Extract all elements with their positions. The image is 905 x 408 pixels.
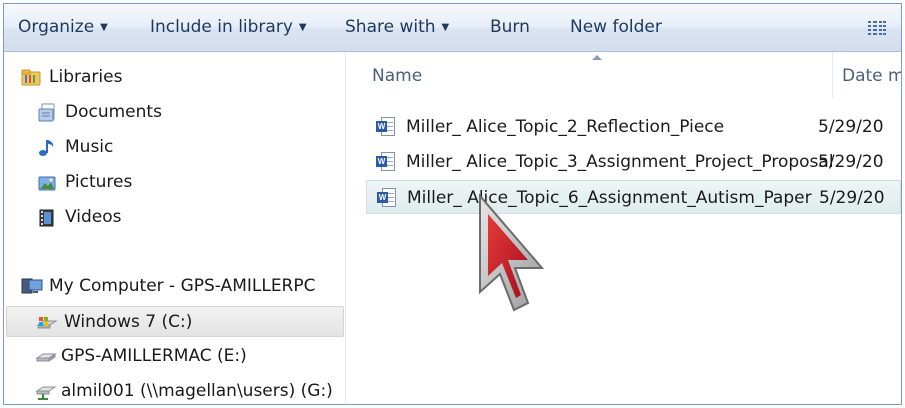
file-date-modified: 5/29/20 xyxy=(819,188,885,208)
nav-item-almil-network-drive[interactable]: almil001 (\\magellan\users) (G:) xyxy=(4,376,344,404)
file-row[interactable]: W Miller_ Alice_Topic_3_Assignment_Projec… xyxy=(366,145,901,179)
gps-mac-drive-label: GPS-AMILLERMAC (E:) xyxy=(61,346,247,366)
music-note-icon xyxy=(37,138,57,158)
share-with-menu[interactable]: Share with ▼ xyxy=(345,4,449,51)
mouse-cursor-icon xyxy=(479,193,545,312)
file-list-pane: Name Date mo W Miller_ Alice_Topic_2_Refl… xyxy=(346,52,901,404)
column-divider[interactable] xyxy=(832,52,833,98)
column-header-date-modified[interactable]: Date mo xyxy=(842,66,901,86)
documents-label: Documents xyxy=(65,102,162,122)
file-date-modified: 5/29/20 xyxy=(818,152,884,172)
word-document-icon: W xyxy=(376,152,396,172)
windows7-drive-label: Windows 7 (C:) xyxy=(64,312,193,332)
libraries-folder-icon xyxy=(21,68,41,88)
column-header-row: Name Date mo xyxy=(346,52,901,98)
videos-label: Videos xyxy=(65,207,122,227)
pictures-label: Pictures xyxy=(65,172,133,192)
share-with-label: Share with xyxy=(345,17,436,37)
my-computer-label: My Computer - GPS-AMILLERPC xyxy=(49,276,316,296)
nav-item-windows7-drive[interactable]: Windows 7 (C:) xyxy=(6,306,344,337)
file-name: Miller_ Alice_Topic_2_Reflection_Piece xyxy=(406,117,725,137)
file-date-modified: 5/29/20 xyxy=(818,117,884,137)
word-document-icon: W xyxy=(377,188,397,208)
organize-menu[interactable]: Organize ▼ xyxy=(18,4,108,51)
network-drive-icon xyxy=(35,382,57,402)
windows-drive-icon xyxy=(36,313,58,333)
file-row[interactable]: W Miller_ Alice_Topic_6_Assignment_Autism… xyxy=(366,180,901,214)
chevron-down-icon: ▼ xyxy=(298,22,307,33)
chevron-down-icon: ▼ xyxy=(441,22,450,33)
file-name: Miller_ Alice_Topic_6_Assignment_Autism_… xyxy=(407,188,812,208)
nav-item-gps-mac-drive[interactable]: GPS-AMILLERMAC (E:) xyxy=(4,341,344,372)
computer-icon xyxy=(21,277,43,297)
navigation-pane: Libraries Documents Music Pictures Video… xyxy=(4,52,346,404)
almil-network-drive-label: almil001 (\\magellan\users) (G:) xyxy=(61,381,333,401)
organize-label: Organize xyxy=(18,17,95,37)
change-view-icon[interactable] xyxy=(868,20,886,36)
music-label: Music xyxy=(65,137,114,157)
column-header-name[interactable]: Name xyxy=(372,66,422,86)
pictures-library-icon xyxy=(37,173,57,193)
nav-item-music[interactable]: Music xyxy=(4,132,344,163)
burn-button[interactable]: Burn xyxy=(490,4,530,51)
include-in-library-menu[interactable]: Include in library ▼ xyxy=(150,4,307,51)
libraries-label: Libraries xyxy=(49,67,123,87)
videos-library-icon xyxy=(37,208,57,228)
nav-item-documents[interactable]: Documents xyxy=(4,97,344,128)
documents-library-icon xyxy=(37,103,57,123)
word-document-icon: W xyxy=(376,117,396,137)
sort-ascending-icon xyxy=(592,55,602,60)
explorer-window: Organize ▼ Include in library ▼ Share with… xyxy=(3,3,902,405)
nav-item-libraries[interactable]: Libraries xyxy=(4,62,344,93)
file-row[interactable]: W Miller_ Alice_Topic_2_Reflection_Piece 5… xyxy=(366,110,901,144)
nav-item-my-computer[interactable]: My Computer - GPS-AMILLERPC xyxy=(4,271,344,302)
file-name: Miller_ Alice_Topic_3_Assignment_Project… xyxy=(406,152,834,172)
include-in-library-label: Include in library xyxy=(150,17,293,37)
chevron-down-icon: ▼ xyxy=(100,22,108,33)
nav-item-pictures[interactable]: Pictures xyxy=(4,167,344,198)
hard-drive-icon xyxy=(35,347,57,367)
nav-item-videos[interactable]: Videos xyxy=(4,202,344,233)
new-folder-button[interactable]: New folder xyxy=(570,4,662,51)
command-bar: Organize ▼ Include in library ▼ Share with… xyxy=(4,4,901,52)
